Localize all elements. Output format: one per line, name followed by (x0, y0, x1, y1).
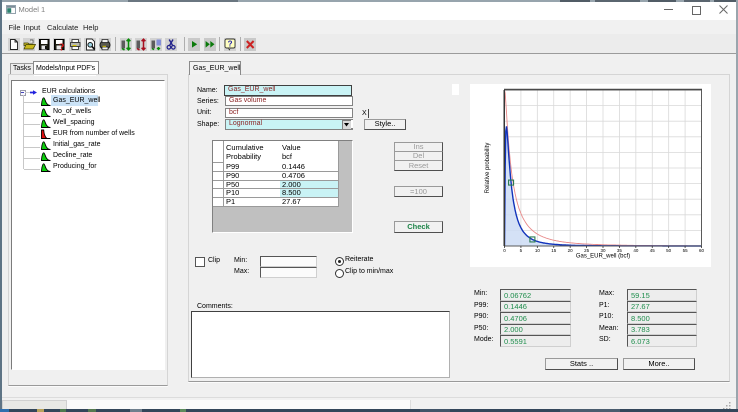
svg-text:30: 30 (600, 248, 606, 253)
svg-text:0: 0 (503, 248, 506, 253)
svg-text:55: 55 (683, 248, 689, 253)
svg-text:10: 10 (535, 248, 541, 253)
svg-text:5: 5 (520, 248, 523, 253)
svg-text:Gas_EUR_well (bcf): Gas_EUR_well (bcf) (576, 254, 630, 260)
svg-text:15: 15 (551, 248, 557, 253)
svg-text:50: 50 (666, 248, 672, 253)
svg-text:35: 35 (617, 248, 623, 253)
svg-text:25: 25 (584, 248, 590, 253)
svg-text:45: 45 (650, 248, 656, 253)
svg-text:40: 40 (633, 248, 639, 253)
svg-text:60: 60 (699, 248, 705, 253)
svg-text:20: 20 (568, 248, 574, 253)
svg-text:Relative probability: Relative probability (485, 143, 491, 194)
